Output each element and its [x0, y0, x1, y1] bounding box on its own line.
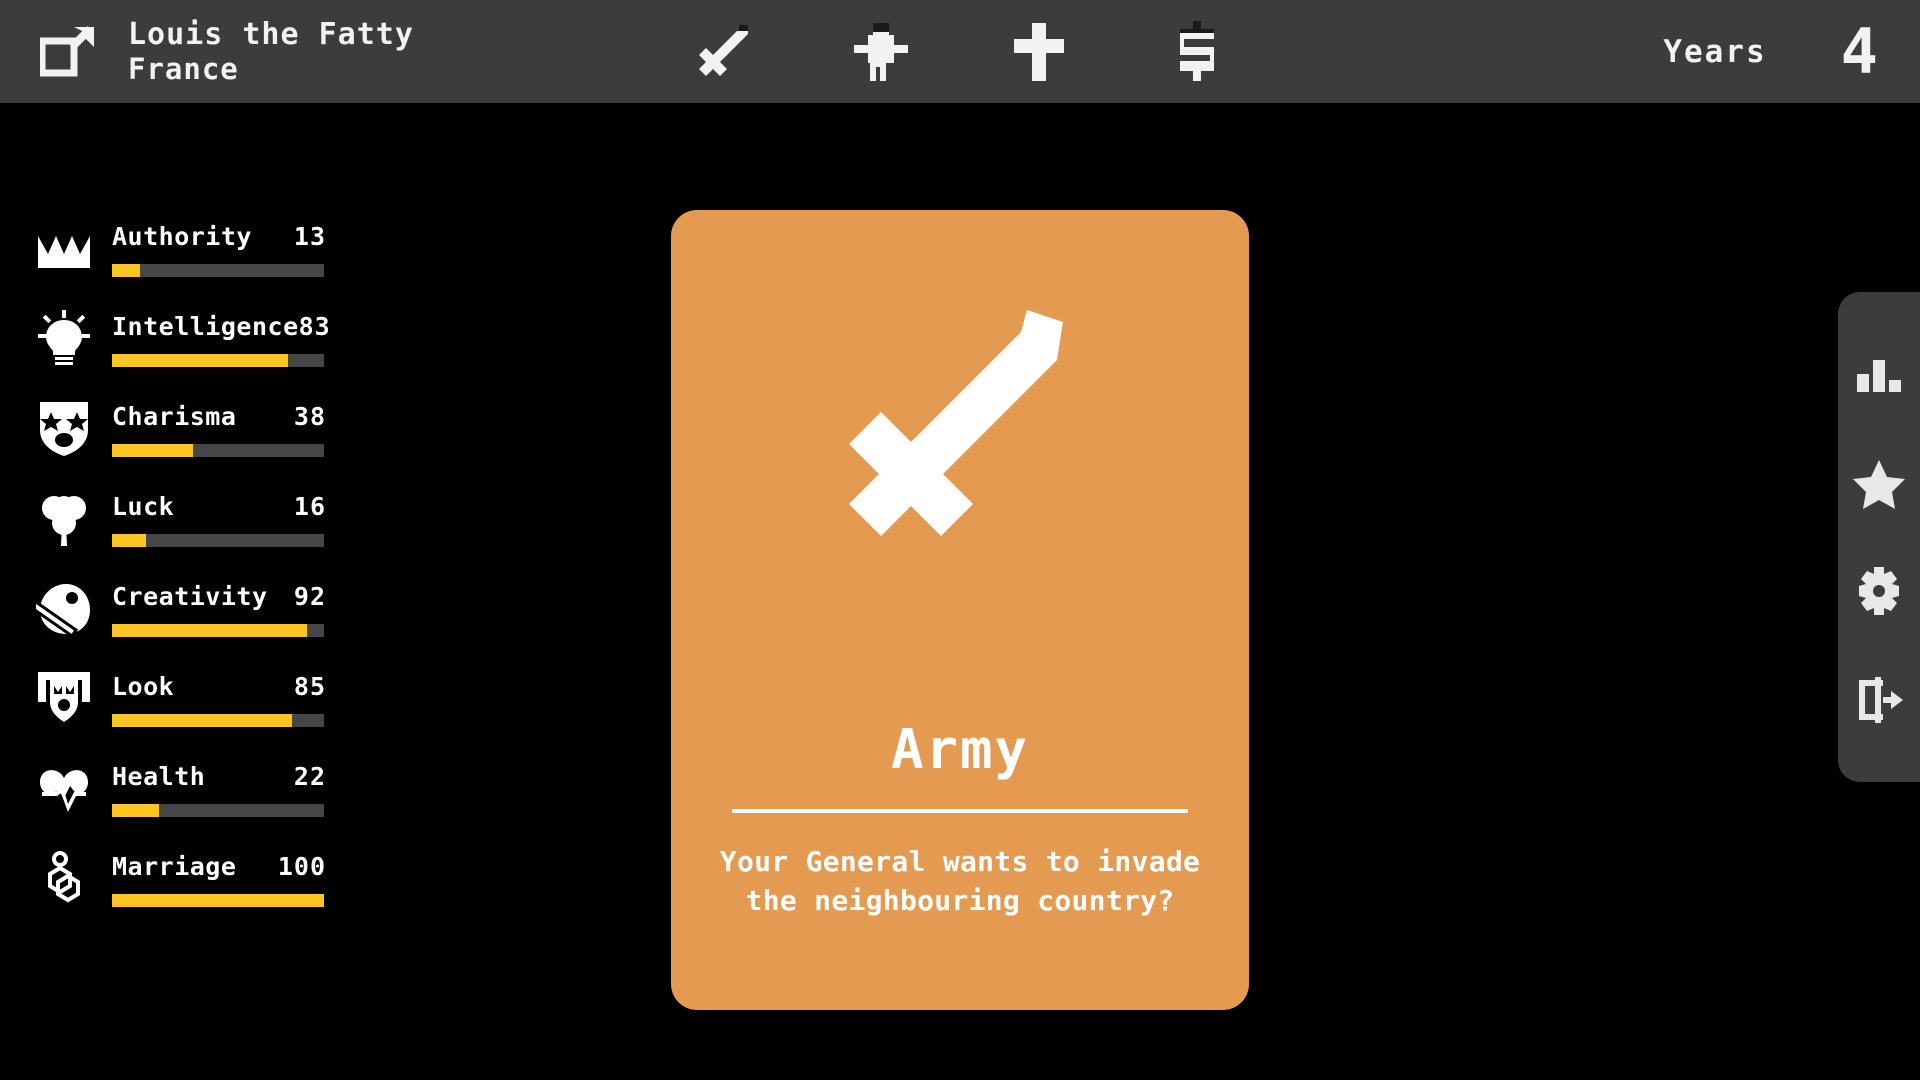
stat-label: Authority	[112, 222, 252, 251]
cross-icon[interactable]	[1008, 19, 1070, 85]
male-gender-icon	[40, 23, 96, 79]
person-icon[interactable]	[850, 19, 912, 85]
side-dock	[1838, 292, 1920, 782]
years-counter: Years 4	[1663, 0, 1878, 103]
stat-header: Intelligence 83	[112, 312, 330, 341]
stat-label: Look	[112, 672, 175, 701]
stat-progress-bar	[112, 804, 324, 817]
gear-icon[interactable]	[1853, 565, 1905, 617]
clover-icon	[36, 490, 92, 546]
stat-progress-fill	[112, 354, 288, 367]
stat-value: 85	[293, 672, 326, 701]
game-screen: Louis the Fatty France Years 4 Authority…	[0, 0, 1920, 1080]
stat-progress-bar	[112, 624, 324, 637]
stat-label: Health	[112, 762, 206, 791]
ruler-name-block: Louis the Fatty France	[128, 17, 414, 87]
mirror-icon	[36, 670, 92, 726]
stat-progress-fill	[112, 264, 140, 277]
stat-progress-fill	[112, 714, 293, 727]
stat-row: Charisma 38	[36, 392, 326, 482]
stat-row: Luck 16	[36, 482, 326, 572]
stat-label: Creativity	[112, 582, 268, 611]
stat-header: Charisma 38	[112, 402, 326, 431]
years-label: Years	[1663, 33, 1767, 70]
stat-progress-fill	[112, 534, 146, 547]
exit-door-icon[interactable]	[1853, 674, 1905, 726]
stat-value: 22	[293, 762, 326, 791]
stat-progress-bar	[112, 894, 324, 907]
bar-chart-icon[interactable]	[1853, 348, 1905, 400]
charisma-icon	[36, 400, 92, 456]
stat-header: Luck 16	[112, 492, 326, 521]
stat-progress-bar	[112, 444, 324, 457]
stat-header: Marriage 100	[112, 852, 326, 881]
stats-panel: Authority 13 Intelligence 83 Charisma 38 Luck 1…	[36, 212, 330, 932]
stat-progress-fill	[112, 444, 193, 457]
stat-row: Health 22	[36, 752, 326, 842]
card-title: Army	[890, 718, 1030, 781]
card-description: Your General wants to invade the neighbo…	[719, 845, 1201, 917]
stat-row: Intelligence 83	[36, 302, 330, 392]
ruler-info: Louis the Fatty France	[40, 17, 414, 87]
stat-row: Authority 13	[36, 212, 326, 302]
resource-meters	[692, 0, 1228, 103]
stat-value: 83	[298, 312, 331, 341]
dollar-icon[interactable]	[1166, 19, 1228, 85]
heart-icon	[36, 760, 92, 816]
ruler-country: France	[128, 52, 239, 87]
stat-value: 13	[293, 222, 326, 251]
rings-icon	[36, 850, 92, 906]
stat-header: Look 85	[112, 672, 326, 701]
stat-header: Authority 13	[112, 222, 326, 251]
stat-value: 38	[293, 402, 326, 431]
sword-icon	[795, 288, 1125, 648]
stat-label: Marriage	[112, 852, 237, 881]
card-divider	[732, 809, 1188, 813]
stat-progress-bar	[112, 534, 324, 547]
stat-header: Health 22	[112, 762, 326, 791]
ruler-name: Louis the Fatty	[128, 16, 414, 52]
star-icon[interactable]	[1853, 457, 1905, 509]
stat-progress-fill	[112, 804, 159, 817]
stat-row: Look 85	[36, 662, 326, 752]
stat-progress-bar	[112, 264, 324, 277]
stat-value: 100	[277, 852, 326, 881]
stat-header: Creativity 92	[112, 582, 326, 611]
stat-progress-bar	[112, 354, 324, 367]
sword-icon[interactable]	[692, 19, 754, 85]
stat-row: Creativity 92	[36, 572, 326, 662]
stat-label: Charisma	[112, 402, 237, 431]
stat-label: Intelligence	[112, 312, 299, 341]
event-card[interactable]: Army Your General wants to invade the ne…	[671, 210, 1249, 1010]
stat-row: Marriage 100	[36, 842, 326, 932]
lightbulb-icon	[36, 310, 92, 366]
palette-icon	[36, 580, 92, 636]
top-bar: Louis the Fatty France Years 4	[0, 0, 1920, 103]
stat-progress-fill	[112, 894, 324, 907]
stat-value: 16	[293, 492, 326, 521]
stat-progress-fill	[112, 624, 308, 637]
stat-value: 92	[293, 582, 326, 611]
crown-icon	[36, 220, 92, 276]
stat-progress-bar	[112, 714, 324, 727]
stat-label: Luck	[112, 492, 175, 521]
years-value: 4	[1840, 14, 1878, 88]
